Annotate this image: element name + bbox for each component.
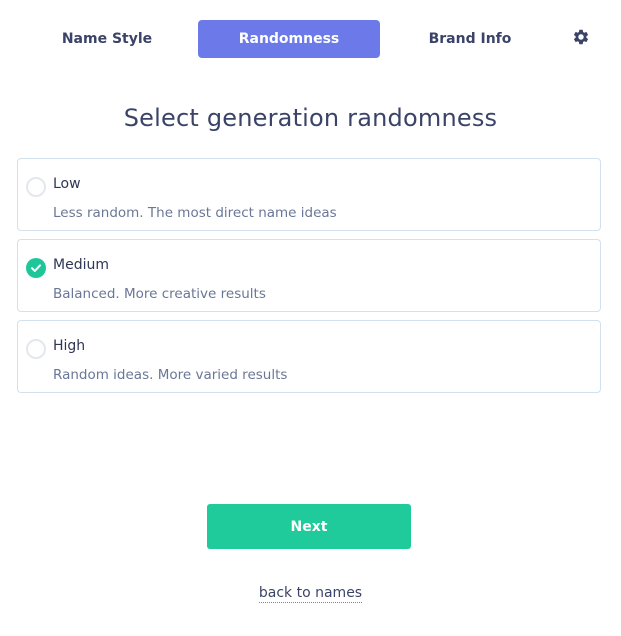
- gear-icon: [572, 28, 590, 50]
- page: Name Style Randomness Brand Info Select …: [0, 0, 621, 636]
- radio-unchecked-icon[interactable]: [26, 177, 46, 197]
- check-circle-icon[interactable]: [26, 258, 46, 278]
- next-button[interactable]: Next: [207, 504, 411, 549]
- option-medium[interactable]: Medium Balanced. More creative results: [17, 239, 601, 312]
- option-description: Random ideas. More varied results: [53, 367, 288, 383]
- option-label: High: [53, 338, 86, 354]
- option-high[interactable]: High Random ideas. More varied results: [17, 320, 601, 393]
- step-tabs: Name Style Randomness Brand Info: [0, 20, 621, 58]
- option-label: Medium: [53, 257, 109, 273]
- settings-button[interactable]: [566, 20, 596, 58]
- back-to-names-link[interactable]: back to names: [258, 585, 363, 603]
- tab-name-style[interactable]: Name Style: [38, 20, 176, 58]
- tab-randomness[interactable]: Randomness: [198, 20, 380, 58]
- option-description: Balanced. More creative results: [53, 286, 266, 302]
- back-link-container: back to names: [0, 582, 621, 603]
- option-label: Low: [53, 176, 81, 192]
- option-description: Less random. The most direct name ideas: [53, 205, 337, 221]
- option-low[interactable]: Low Less random. The most direct name id…: [17, 158, 601, 231]
- radio-unchecked-icon[interactable]: [26, 339, 46, 359]
- tab-brand-info[interactable]: Brand Info: [400, 20, 540, 58]
- page-title: Select generation randomness: [123, 104, 498, 132]
